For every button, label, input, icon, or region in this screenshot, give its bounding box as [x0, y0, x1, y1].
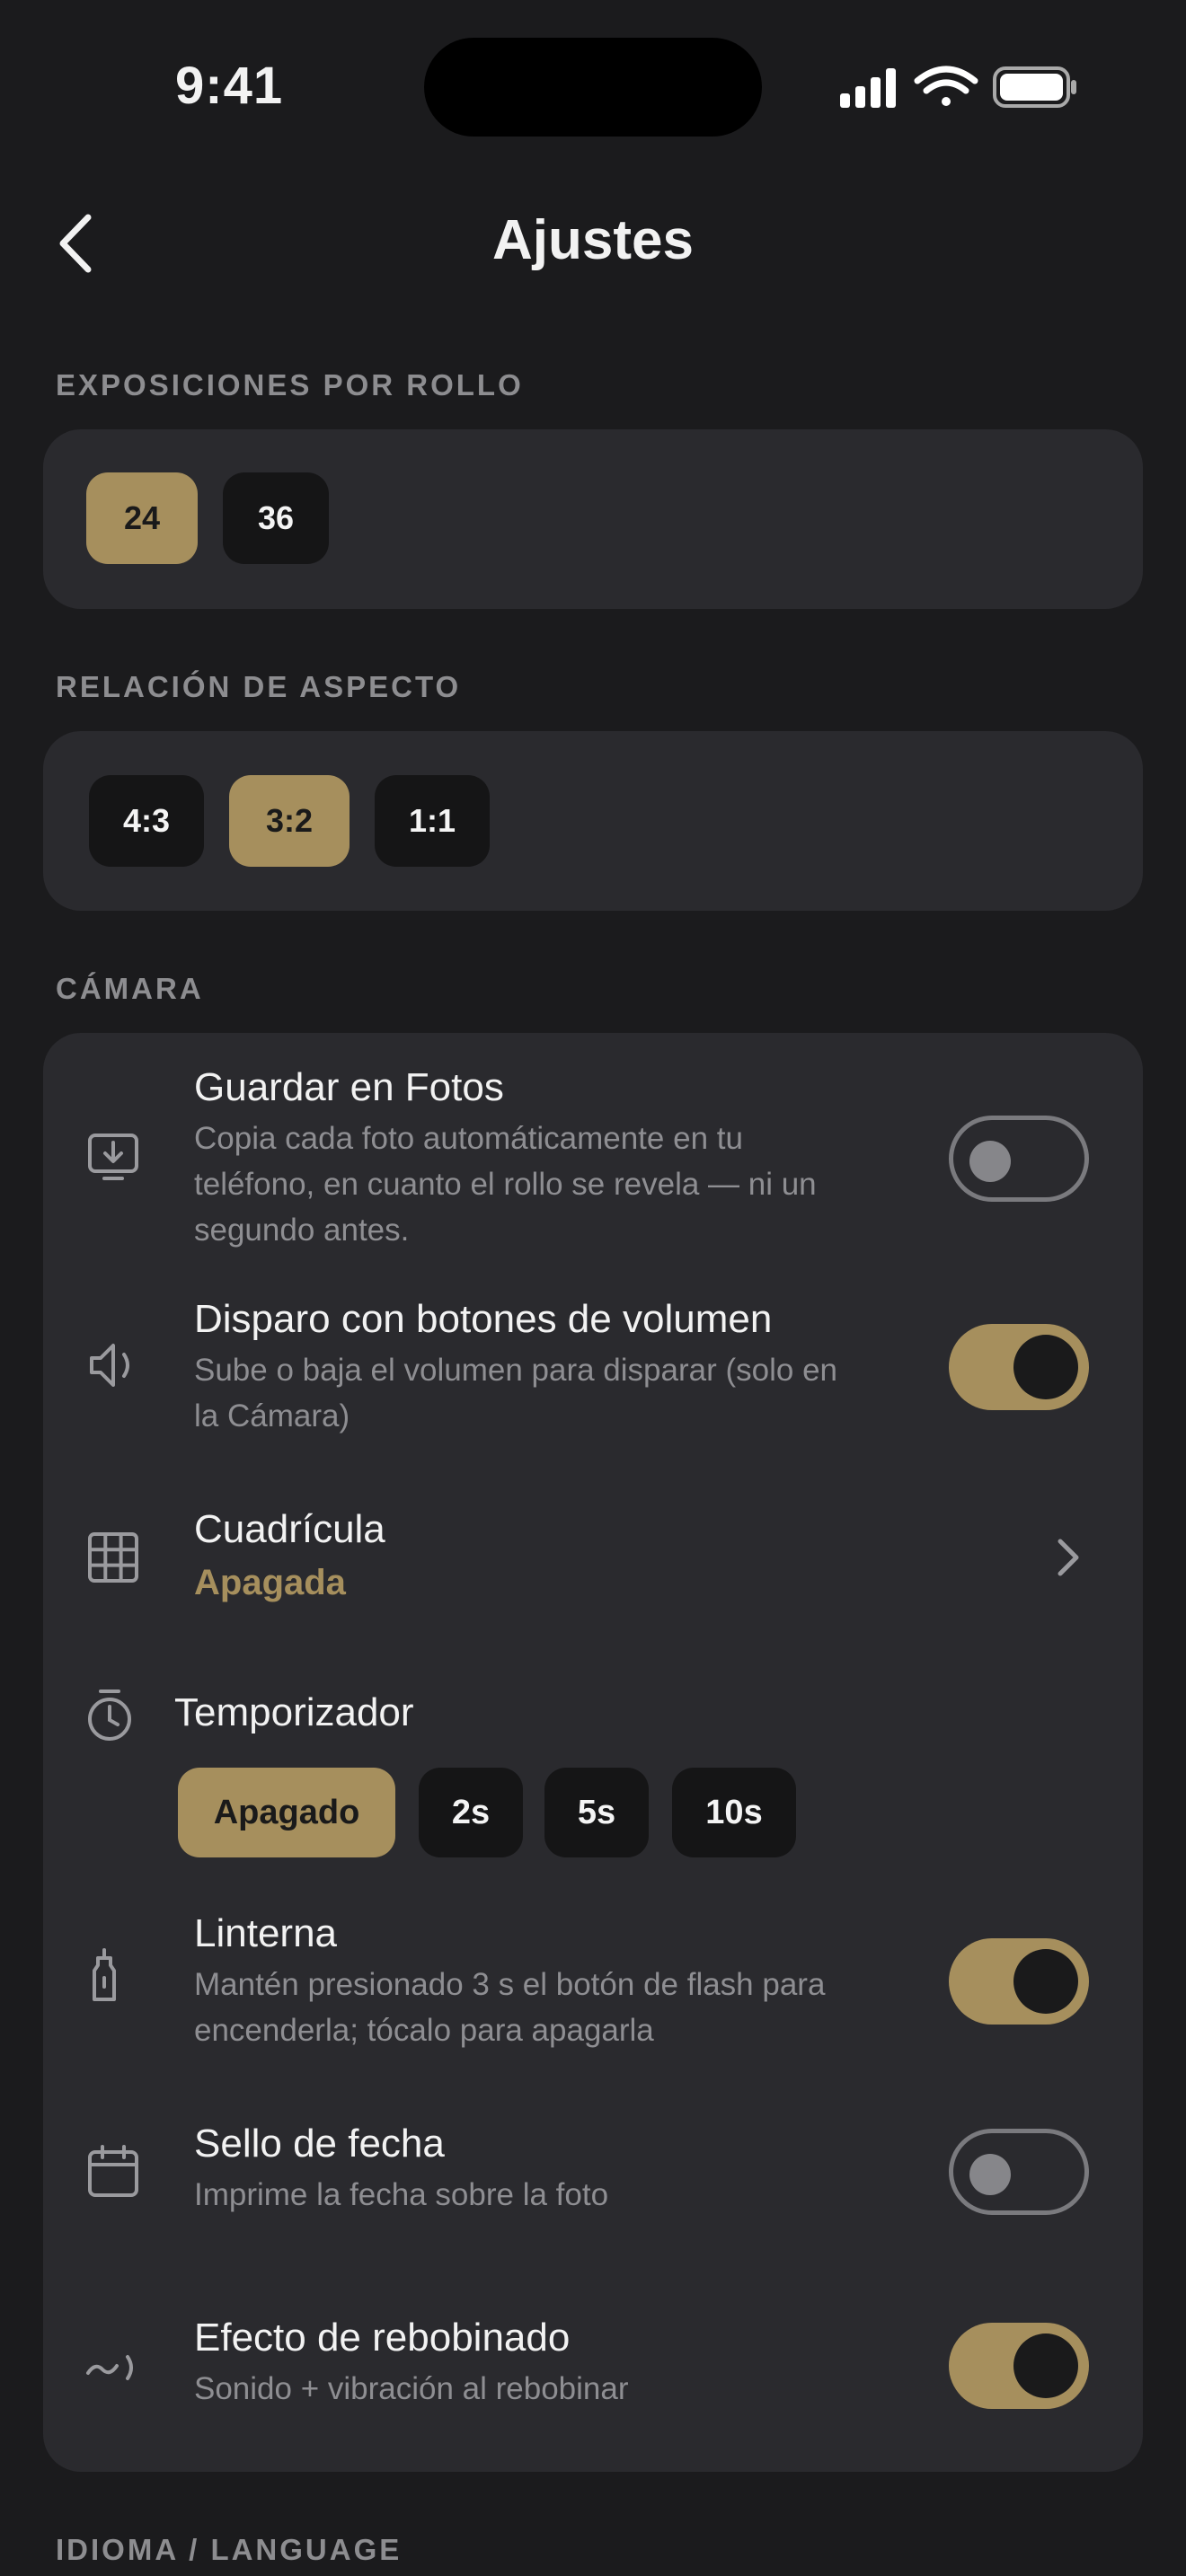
status-icons [840, 66, 1076, 108]
dynamic-island [424, 38, 762, 137]
flashlight-icon [93, 1948, 116, 2001]
camera-card: Guardar en Fotos Copia cada foto automát… [43, 1033, 1143, 2472]
battery-icon [993, 66, 1076, 108]
grid-icon [88, 1532, 138, 1583]
rewind-toggle[interactable] [949, 2323, 1089, 2409]
section-label-language: IDIOMA / LANGUAGE [56, 2533, 403, 2566]
save-photos-title: Guardar en Fotos [194, 1065, 504, 1109]
toggle-knob [969, 2154, 1011, 2195]
toggle-knob [969, 1141, 1011, 1182]
section-label-aspect: RELACIÓN DE ASPECTO [56, 670, 462, 703]
save-photos-desc-line2: teléfono, en cuanto el rollo se revela —… [194, 1167, 817, 1202]
date-stamp-desc: Imprime la fecha sobre la foto [194, 2177, 609, 2212]
speaker-icon [90, 1344, 129, 1387]
exposure-option-24[interactable]: 24 [86, 472, 198, 564]
aspect-option-1-1[interactable]: 1:1 [375, 775, 490, 867]
toggle-knob [1013, 2333, 1078, 2398]
timer-option-10s[interactable]: 10s [672, 1768, 796, 1857]
aspect-option-3-2[interactable]: 3:2 [229, 775, 350, 867]
rewind-title: Efecto de rebobinado [194, 2316, 571, 2360]
volume-shutter-desc-line1: Sube o baja el volumen para disparar (so… [194, 1353, 837, 1388]
timer-option-off[interactable]: Apagado [178, 1768, 395, 1857]
timer-title: Temporizador [174, 1690, 414, 1734]
save-photos-desc-line1: Copia cada foto automáticamente en tu [194, 1121, 743, 1156]
toggle-knob [1013, 1949, 1078, 2014]
wifi-icon [914, 66, 978, 106]
flashlight-desc-line2: encenderla; tócalo para apagarla [194, 2013, 654, 2048]
aspect-option-4-3[interactable]: 4:3 [89, 775, 204, 867]
status-time: 9:41 [175, 57, 284, 115]
volume-shutter-toggle[interactable] [949, 1324, 1089, 1410]
rewind-wave-icon [86, 2355, 133, 2380]
grid-title[interactable]: Cuadrícula [194, 1507, 385, 1552]
date-stamp-title: Sello de fecha [194, 2122, 445, 2166]
save-to-photos-icon [88, 1134, 138, 1180]
volume-shutter-desc-line2: la Cámara) [194, 1398, 350, 1434]
save-photos-desc-line3: segundo antes. [194, 1213, 410, 1248]
chevron-right-icon[interactable] [1055, 1536, 1082, 1579]
cellular-signal-icon [840, 68, 896, 108]
timer-icon [88, 1689, 131, 1741]
timer-option-2s[interactable]: 2s [419, 1768, 523, 1857]
timer-option-5s[interactable]: 5s [544, 1768, 649, 1857]
exposure-option-36[interactable]: 36 [223, 472, 329, 564]
date-stamp-toggle[interactable] [949, 2129, 1089, 2215]
grid-value[interactable]: Apagada [194, 1563, 346, 1603]
volume-shutter-title: Disparo con botones de volumen [194, 1297, 773, 1341]
toggle-knob [1013, 1335, 1078, 1399]
exposures-card: 24 36 [43, 429, 1143, 609]
calendar-icon [88, 2145, 138, 2197]
save-photos-toggle[interactable] [949, 1116, 1089, 1202]
flashlight-desc-line1: Mantén presionado 3 s el botón de flash … [194, 1967, 826, 2002]
page-title: Ajustes [492, 209, 694, 271]
flashlight-toggle[interactable] [949, 1938, 1089, 2025]
section-label-camera: CÁMARA [56, 972, 204, 1005]
aspect-card: 4:3 3:2 1:1 [43, 731, 1143, 911]
section-label-exposures: EXPOSICIONES POR ROLLO [56, 368, 524, 401]
rewind-desc: Sonido + vibración al rebobinar [194, 2371, 629, 2406]
flashlight-title: Linterna [194, 1911, 338, 1955]
